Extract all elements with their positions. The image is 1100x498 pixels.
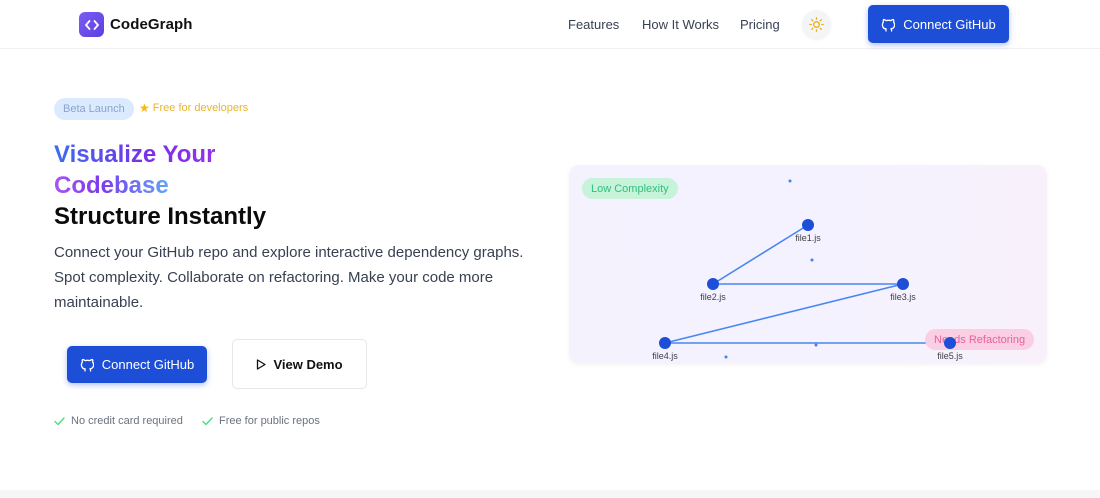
next-section-edge [0, 490, 1100, 498]
graph-particle [724, 355, 728, 359]
graph-edges [664, 224, 950, 344]
graph-particle [788, 179, 792, 183]
graph-particle [814, 343, 818, 347]
needs-refactoring-legend: Needs Refactoring [925, 329, 1035, 350]
graph-edge [664, 283, 904, 344]
graph-edge [712, 224, 809, 285]
graph-particle [810, 258, 814, 262]
dependency-graph-card[interactable]: Needs Refactoring Low Complexity file1.j… [569, 165, 1047, 364]
low-complexity-legend: Low Complexity [582, 178, 678, 199]
